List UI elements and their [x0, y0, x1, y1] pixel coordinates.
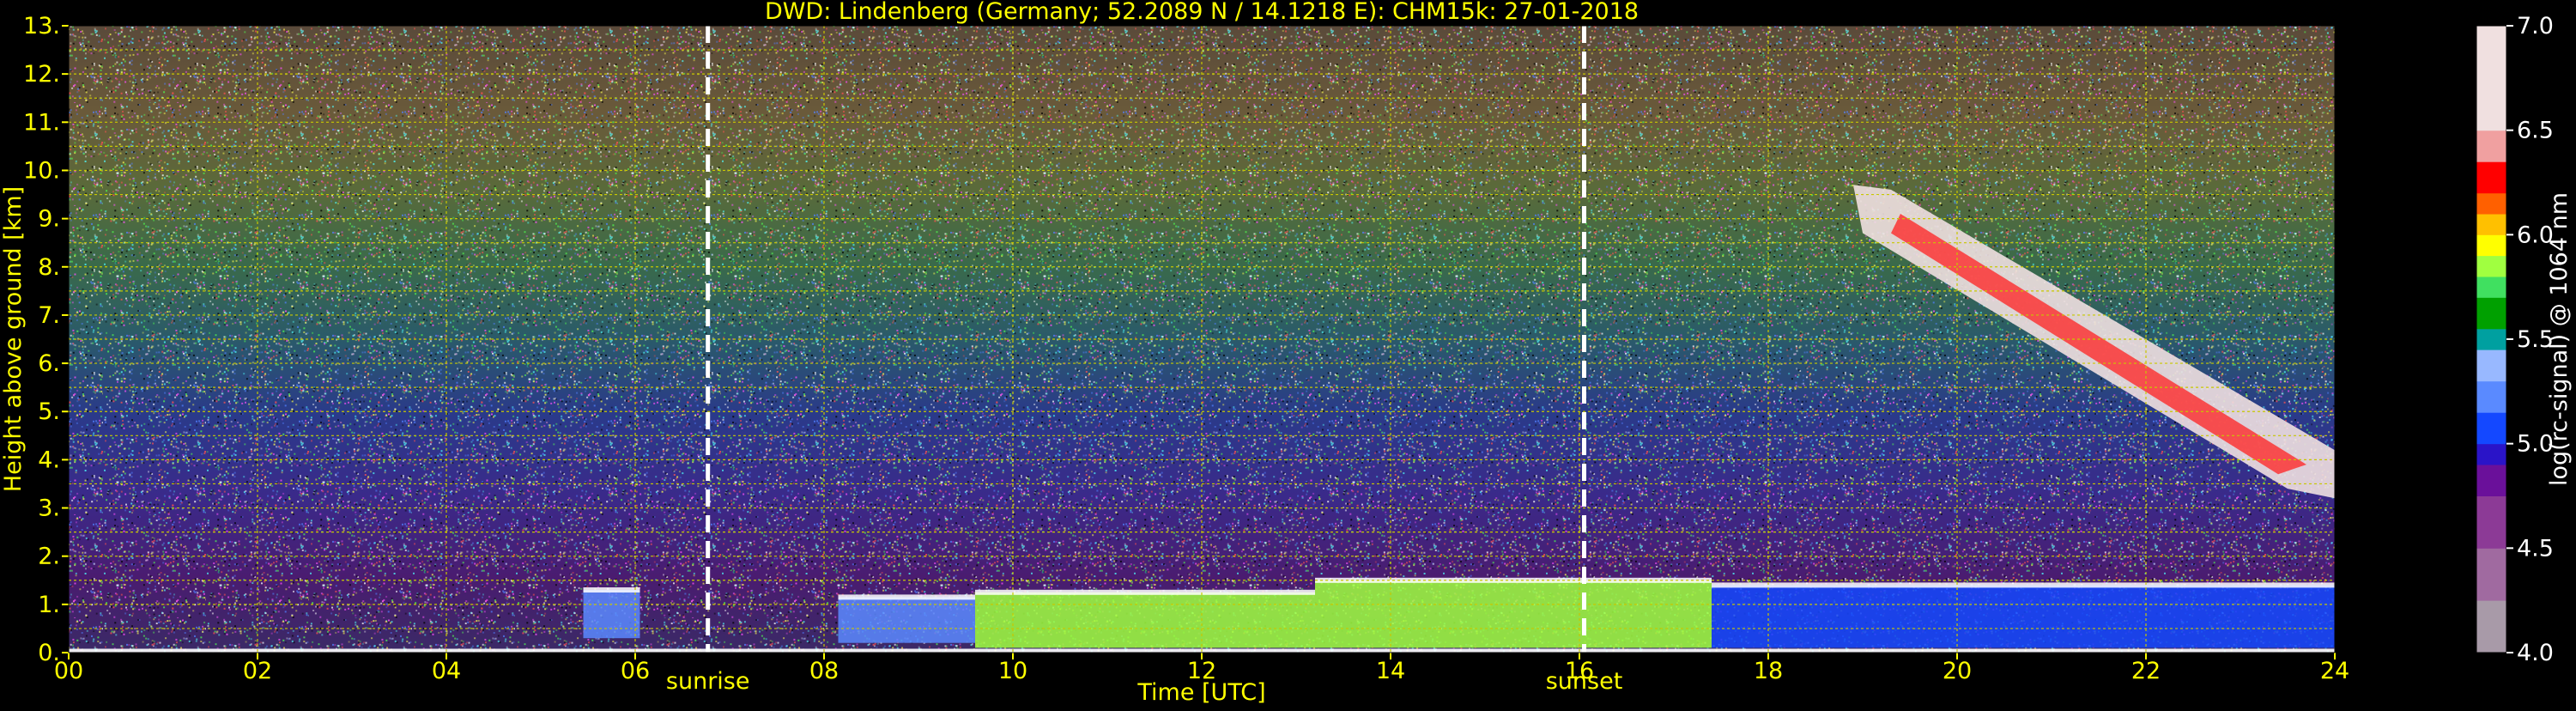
- colorbar-segment: [2476, 465, 2506, 496]
- y-tick-label: 8.: [38, 254, 60, 281]
- y-tick-label: 9.: [38, 206, 60, 233]
- y-tick-label: 11.: [23, 109, 60, 136]
- x-tick-label: 14: [1376, 658, 1405, 684]
- colorbar-segment: [2476, 495, 2506, 549]
- x-tick-label: 06: [621, 658, 650, 684]
- y-tick-label: 4.: [38, 447, 60, 473]
- x-tick-label: 18: [1754, 658, 1783, 684]
- colorbar-segment: [2476, 255, 2506, 277]
- aerosol-layer: [583, 590, 640, 639]
- sun-marker-label: sunrise: [666, 668, 750, 695]
- colorbar-tick-label: 6.5: [2517, 118, 2554, 144]
- colorbar-segment: [2476, 276, 2506, 298]
- layer-top-edge: [838, 594, 975, 600]
- colorbar-segment: [2476, 234, 2506, 257]
- x-tick-label: 24: [2320, 658, 2349, 684]
- aerosol-layer: [1315, 580, 1712, 648]
- colorbar-segment: [2476, 26, 2506, 131]
- colorbar-segment: [2476, 161, 2506, 194]
- x-axis-label: Time [UTC]: [1136, 679, 1265, 706]
- colorbar-segment: [2476, 214, 2506, 235]
- layer-top-edge: [583, 587, 640, 592]
- y-tick-label: 13.: [23, 13, 60, 40]
- x-tick-label: 04: [432, 658, 461, 684]
- colorbar-segment: [2476, 380, 2506, 413]
- colorbar-segment: [2476, 548, 2506, 601]
- chart-svg: sunrise sunset 00 02 04 06 08 10 12 14 16 18 20 22 24…: [0, 0, 2573, 706]
- y-axis-ticks: 0. 1. 2. 3. 4. 5. 6. 7. 8. 9. 10. 11. 12. 13.: [23, 13, 69, 666]
- y-tick-label: 6.: [38, 350, 60, 377]
- x-tick-label: 10: [998, 658, 1027, 684]
- y-tick-label: 3.: [38, 495, 60, 522]
- y-tick-label: 10.: [23, 157, 60, 184]
- colorbar-tick-label: 4.0: [2517, 640, 2554, 666]
- x-tick-label: 08: [809, 658, 839, 684]
- colorbar: 4.04.55.05.56.06.57.0: [2476, 13, 2554, 666]
- colorbar-segment: [2476, 297, 2506, 330]
- chart-title: DWD: Lindenberg (Germany; 52.2089 N / 14…: [765, 0, 1639, 25]
- x-tick-label: 16: [1565, 658, 1594, 684]
- y-tick-label: 5.: [38, 398, 60, 425]
- colorbar-segment: [2476, 130, 2506, 162]
- colorbar-segment: [2476, 192, 2506, 215]
- layer-top-edge: [1712, 582, 2335, 588]
- y-axis-label: Height above ground [km]: [0, 186, 27, 492]
- lidar-chart: sunrise sunset 00 02 04 06 08 10 12 14 16 18 20 22 24…: [0, 0, 2576, 708]
- x-tick-label: 22: [2131, 658, 2161, 684]
- colorbar-label: log(rc-signal) @ 1064 nm: [2546, 192, 2573, 486]
- y-tick-label: 0.: [38, 640, 60, 666]
- colorbar-tick-label: 7.0: [2517, 13, 2554, 40]
- colorbar-segment: [2476, 349, 2506, 382]
- y-tick-label: 12.: [23, 61, 60, 88]
- colorbar-tick-label: 4.5: [2517, 535, 2554, 562]
- colorbar-segment: [2476, 443, 2506, 465]
- colorbar-segment: [2476, 328, 2506, 350]
- x-tick-label: 02: [243, 658, 272, 684]
- y-tick-label: 1.: [38, 592, 60, 618]
- y-tick-label: 7.: [38, 302, 60, 329]
- layer-top-edge: [975, 589, 1315, 595]
- aerosol-layer: [975, 592, 1315, 648]
- colorbar-segment: [2476, 412, 2506, 445]
- y-tick-label: 2.: [38, 544, 60, 570]
- colorbar-segment: [2476, 600, 2506, 653]
- x-tick-label: 20: [1943, 658, 1972, 684]
- aerosol-layer: [1712, 585, 2335, 648]
